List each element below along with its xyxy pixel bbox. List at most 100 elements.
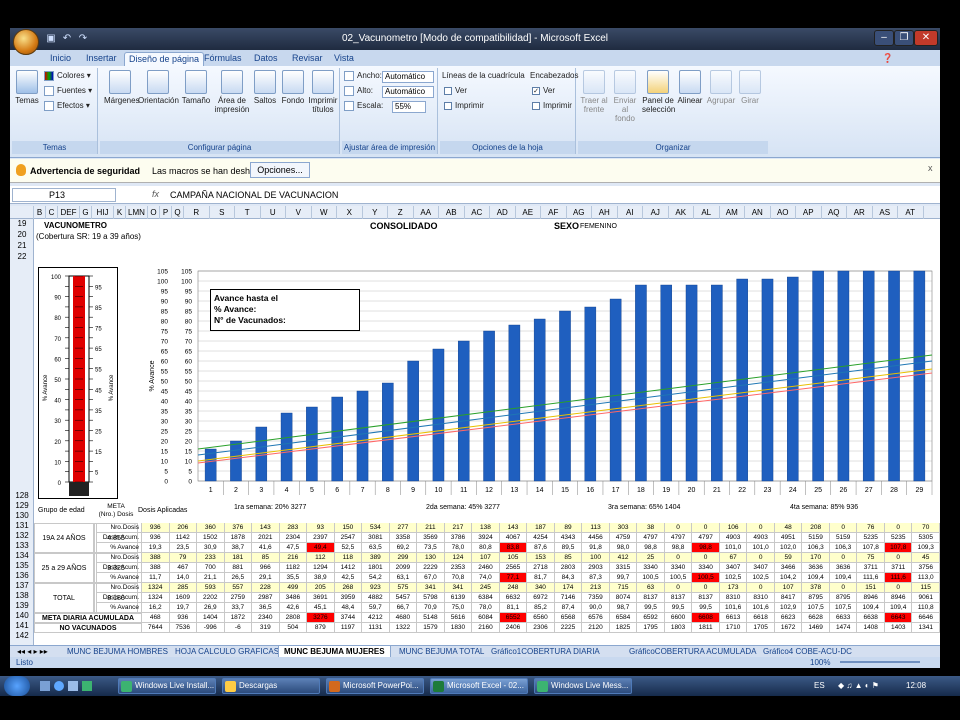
row-header[interactable]: 22 [10, 252, 34, 262]
help-icon[interactable]: ❓ [878, 52, 897, 66]
area-impresion-button[interactable]: Área de impresión [214, 70, 250, 114]
column-header[interactable]: AD [490, 206, 516, 219]
row-header[interactable]: 136 [10, 571, 34, 581]
tray-icons[interactable]: ◆ ♫ ▲ ◐ ⚑ [838, 681, 879, 690]
column-header[interactable]: AQ [822, 206, 847, 219]
row-header[interactable]: 139 [10, 601, 34, 611]
ie-icon[interactable] [54, 681, 64, 691]
column-header[interactable]: B [34, 206, 46, 219]
zoom-slider[interactable] [840, 661, 920, 663]
select-all-corner[interactable] [10, 206, 34, 219]
close-button[interactable]: ✕ [914, 30, 938, 46]
panel-seleccion-button[interactable]: Panel de selección [642, 70, 675, 114]
column-header[interactable]: AI [618, 206, 643, 219]
show-desktop-icon[interactable] [40, 681, 50, 691]
row-header[interactable]: 135 [10, 561, 34, 571]
row-header[interactable]: 133 [10, 541, 34, 551]
maximize-button[interactable]: ❐ [894, 30, 914, 46]
fondo-button[interactable]: Fondo [280, 70, 306, 105]
column-header[interactable]: X [337, 206, 363, 219]
saltos-button[interactable]: Saltos [252, 70, 278, 105]
column-header[interactable]: HIJ [92, 206, 114, 219]
close-icon[interactable]: x [928, 163, 933, 173]
row-header[interactable]: 134 [10, 551, 34, 561]
taskbar-item[interactable]: Windows Live Install... [118, 678, 216, 694]
row-header[interactable]: 140 [10, 611, 34, 621]
worksheet[interactable]: VACUNOMETRO (Cobertura SR: 19 a 39 años)… [34, 219, 940, 645]
row-header[interactable]: 131 [10, 521, 34, 531]
temas-button[interactable]: Temas [14, 70, 40, 105]
fuentes-button[interactable]: Fuentes ▾ [44, 85, 92, 97]
taskbar-item[interactable]: Microsoft Excel - 02... [430, 678, 528, 694]
column-header[interactable]: DEF [58, 206, 80, 219]
column-header[interactable]: C [46, 206, 58, 219]
row-header[interactable]: 21 [10, 241, 34, 251]
alinear-button[interactable]: Alinear [676, 70, 704, 105]
formula-content[interactable]: CAMPAÑA NACIONAL DE VACUNACION [170, 190, 338, 200]
column-header[interactable]: AK [669, 206, 694, 219]
minimize-button[interactable]: – [874, 30, 894, 46]
traer-frente-button[interactable]: Traer al frente [580, 70, 608, 114]
language-indicator[interactable]: ES [814, 681, 825, 690]
colores-button[interactable]: Colores ▾ [44, 70, 91, 82]
efectos-button[interactable]: Efectos ▾ [44, 100, 90, 112]
tab-diseno-pagina[interactable]: Diseño de página [124, 52, 205, 66]
messenger-quick-icon[interactable] [82, 681, 92, 691]
tab-insertar[interactable]: Insertar [82, 52, 121, 66]
taskbar-item[interactable]: Descargas [222, 678, 320, 694]
row-header[interactable]: 132 [10, 531, 34, 541]
column-header[interactable]: K [114, 206, 126, 219]
column-header[interactable]: AF [541, 206, 567, 219]
row-header[interactable]: 141 [10, 621, 34, 631]
row-header[interactable]: 137 [10, 581, 34, 591]
column-header[interactable]: AH [592, 206, 618, 219]
column-header[interactable]: Q [172, 206, 184, 219]
ancho-select[interactable]: Automático [382, 71, 434, 83]
switch-windows-icon[interactable] [68, 681, 78, 691]
column-header[interactable]: G [80, 206, 92, 219]
encabezados-ver-checkbox[interactable]: ✓ Ver [532, 85, 555, 97]
lineas-ver-checkbox[interactable]: Ver [444, 85, 467, 97]
tab-formulas[interactable]: Fórmulas [200, 52, 246, 66]
column-header[interactable]: S [210, 206, 235, 219]
taskbar-item[interactable]: Microsoft PowerPoi... [326, 678, 424, 694]
column-header[interactable]: O [148, 206, 160, 219]
row-header[interactable]: 142 [10, 631, 34, 641]
office-button[interactable] [13, 29, 39, 55]
column-header[interactable]: AN [745, 206, 771, 219]
girar-button[interactable]: Girar [738, 70, 762, 105]
column-header[interactable]: LMN [126, 206, 148, 219]
column-header[interactable]: AS [873, 206, 898, 219]
agrupar-button[interactable]: Agrupar [706, 70, 736, 105]
column-header[interactable]: AC [465, 206, 490, 219]
column-header[interactable]: AJ [643, 206, 669, 219]
alto-select[interactable]: Automático [382, 86, 434, 98]
row-header[interactable]: 20 [10, 230, 34, 240]
column-header[interactable]: AO [771, 206, 796, 219]
column-header[interactable]: AT [898, 206, 924, 219]
taskbar-item[interactable]: Windows Live Mess... [534, 678, 632, 694]
column-header[interactable]: AE [516, 206, 541, 219]
column-header[interactable]: AP [796, 206, 822, 219]
column-header[interactable]: Y [363, 206, 388, 219]
tab-inicio[interactable]: Inicio [46, 52, 75, 66]
column-header[interactable]: U [261, 206, 286, 219]
zoom-level[interactable]: 100% [810, 657, 830, 668]
start-button[interactable] [4, 676, 30, 696]
encabezados-imprimir-checkbox[interactable]: Imprimir [532, 100, 572, 112]
lineas-imprimir-checkbox[interactable]: Imprimir [444, 100, 484, 112]
tab-vista[interactable]: Vista [330, 52, 358, 66]
column-header[interactable]: Z [388, 206, 414, 219]
row-header[interactable]: 19 [10, 219, 34, 229]
enviar-fondo-button[interactable]: Enviar al fondo [610, 70, 640, 123]
column-header[interactable]: AR [847, 206, 873, 219]
escala-input[interactable]: 55% [392, 101, 426, 113]
row-header[interactable]: 129 [10, 501, 34, 511]
name-box[interactable]: P13 [12, 188, 116, 202]
column-header[interactable]: W [312, 206, 337, 219]
redo-icon[interactable]: ↷ [76, 32, 90, 45]
clock[interactable]: 12:08 [906, 681, 926, 690]
row-header[interactable]: 138 [10, 591, 34, 601]
column-header[interactable]: AB [439, 206, 465, 219]
security-options-button[interactable]: Opciones... [250, 162, 310, 178]
